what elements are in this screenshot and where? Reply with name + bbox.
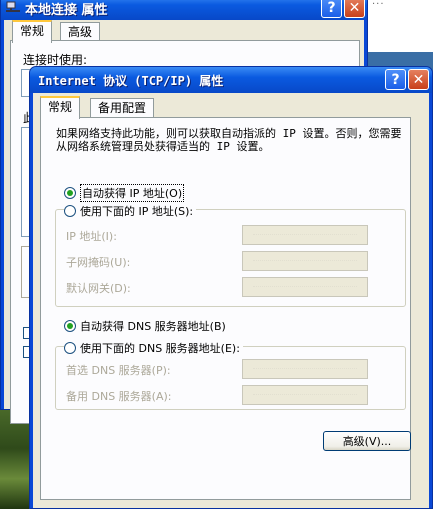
dns-manual-label: 使用下面的 DNS 服务器地址(E): — [80, 342, 240, 355]
general-tab-panel: 如果网络支持此功能，则可以获取自动指派的 IP 设置。否则，您需要从网络系统管理… — [40, 117, 411, 500]
back-help-button[interactable]: ? — [321, 0, 342, 18]
dns-auto-option[interactable]: 自动获得 DNS 服务器地址(B) — [64, 318, 226, 334]
default-gateway-label: 默认网关(D): — [66, 282, 131, 295]
subnet-mask-label: 子网掩码(U): — [66, 256, 131, 269]
tab-general[interactable]: 常规 — [40, 96, 81, 119]
desktop-background — [362, 0, 433, 52]
dns-manual-option[interactable]: 使用下面的 DNS 服务器地址(E): — [64, 340, 243, 356]
help-icon: ? — [327, 0, 336, 16]
dialog-titlebar[interactable]: Internet 协议 (TCP/IP) 属性 ? ✕ — [30, 67, 432, 93]
ip-auto-label: 自动获得 IP 地址(O) — [80, 184, 185, 202]
dialog-title: Internet 协议 (TCP/IP) 属性 — [38, 74, 224, 88]
ip-auto-option[interactable]: 自动获得 IP 地址(O) — [64, 184, 185, 202]
network-connection-icon — [6, 1, 20, 12]
ip-auto-radio[interactable] — [64, 187, 76, 199]
close-icon: ✕ — [412, 71, 425, 88]
preferred-dns-label: 首选 DNS 服务器(P): — [66, 364, 171, 377]
tcpip-properties-dialog: Internet 协议 (TCP/IP) 属性 ? ✕ 常规 备用配置 如果网络… — [29, 66, 433, 509]
dns-auto-radio[interactable] — [64, 320, 76, 332]
back-window-titlebar[interactable]: 本地连接 属性 ? ✕ — [1, 0, 367, 20]
back-close-button[interactable]: ✕ — [344, 0, 365, 18]
alternate-dns-label: 备用 DNS 服务器(A): — [66, 390, 172, 403]
tab-alternate-config[interactable]: 备用配置 — [90, 98, 155, 119]
ip-address-field[interactable] — [242, 225, 368, 245]
radio-selected-dot — [67, 190, 73, 196]
intro-text: 如果网络支持此功能，则可以获取自动指派的 IP 设置。否则，您需要从网络系统管理… — [56, 127, 402, 153]
subnet-mask-field[interactable] — [242, 251, 368, 271]
ip-manual-radio[interactable] — [64, 205, 76, 217]
alternate-dns-field[interactable] — [242, 385, 368, 405]
help-button[interactable]: ? — [385, 69, 406, 90]
ip-address-label: IP 地址(I): — [66, 230, 117, 243]
dialog-body: 常规 备用配置 如果网络支持此功能，则可以获取自动指派的 IP 设置。否则，您需… — [33, 93, 429, 508]
preferred-dns-field[interactable] — [242, 359, 368, 379]
desktop-dots: ... — [372, 0, 385, 7]
ip-manual-option[interactable]: 使用下面的 IP 地址(S): — [64, 203, 197, 219]
close-button[interactable]: ✕ — [408, 69, 429, 90]
default-gateway-field[interactable] — [242, 277, 368, 297]
back-tab-general[interactable]: 常规 — [12, 20, 53, 43]
help-icon: ? — [391, 71, 400, 88]
ip-manual-label: 使用下面的 IP 地址(S): — [80, 205, 194, 218]
dns-auto-label: 自动获得 DNS 服务器地址(B) — [80, 320, 226, 333]
radio-selected-dot — [67, 323, 73, 329]
back-window-title: 本地连接 属性 — [25, 3, 108, 18]
dns-manual-radio[interactable] — [64, 342, 76, 354]
close-icon: ✕ — [348, 0, 361, 16]
advanced-button[interactable]: 高级(V)... — [323, 431, 411, 451]
